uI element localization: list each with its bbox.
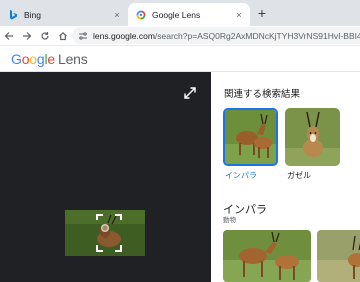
result-thumbnail-gazelle[interactable] (285, 108, 340, 166)
address-bar[interactable]: lens.google.com/search?p=ASQ0Rg2AxMDNcKj… (72, 27, 360, 44)
back-icon[interactable] (0, 27, 18, 45)
forward-icon[interactable] (18, 27, 36, 45)
url-host: lens.google.com (93, 30, 155, 41)
entity-subtitle: 動物 (223, 217, 236, 224)
home-icon[interactable] (54, 27, 72, 45)
site-info-icon[interactable] (78, 31, 88, 41)
image-pane (0, 72, 211, 282)
close-icon[interactable]: × (110, 8, 124, 22)
tab-bing[interactable]: Bing × (0, 3, 128, 26)
result-thumbnail-impala[interactable] (223, 108, 278, 166)
tab-strip: Bing × Google Lens × + (0, 0, 360, 26)
google-lens-logo[interactable]: Google Lens (11, 51, 88, 67)
tab-title: Bing (24, 9, 42, 20)
reload-icon[interactable] (36, 27, 54, 45)
thumbnail-label-impala[interactable]: インパラ (225, 170, 257, 181)
google-lens-icon (136, 10, 146, 20)
entity-image-2[interactable] (317, 230, 360, 282)
thumbnail-label-gazelle[interactable]: ガゼル (287, 170, 311, 181)
lens-wordmark: Lens (58, 50, 88, 67)
entity-image-1[interactable] (223, 230, 311, 282)
close-icon[interactable]: × (232, 8, 246, 22)
bing-icon (8, 9, 18, 20)
query-image-crop[interactable] (65, 210, 145, 256)
tab-title: Google Lens (152, 9, 201, 20)
fullscreen-icon[interactable] (183, 86, 197, 100)
results-pane: 関連する検索結果 インパラ ガゼル インパラ 動物 (211, 72, 360, 282)
new-tab-button[interactable]: + (254, 5, 270, 21)
url-path: /search?p=ASQ0Rg2AxMDNcKjTYH3VrNS91HvI-B… (154, 30, 360, 41)
tab-google-lens[interactable]: Google Lens × (128, 3, 250, 26)
browser-toolbar: lens.google.com/search?p=ASQ0Rg2AxMDNcKj… (0, 26, 360, 46)
related-results-heading: 関連する検索結果 (224, 89, 301, 100)
lens-header: Google Lens (0, 46, 360, 72)
